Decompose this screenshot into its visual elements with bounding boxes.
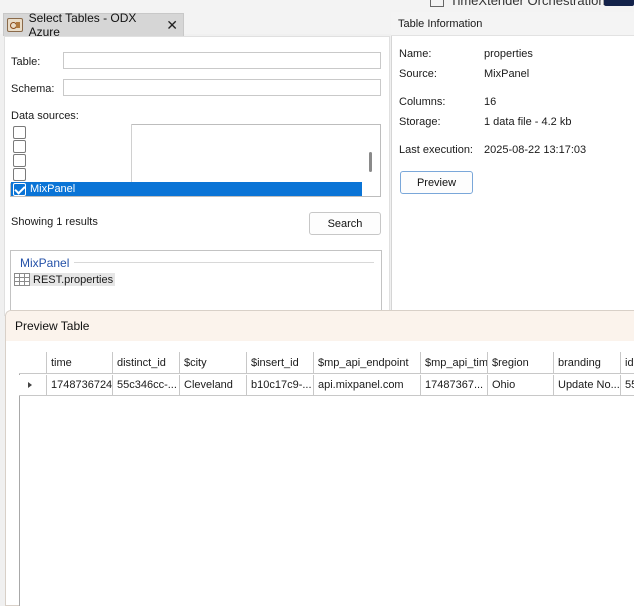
column-header[interactable]: $insert_id [247, 352, 314, 374]
datasource-checkbox[interactable] [13, 126, 26, 139]
datasource-label: MixPanel [30, 183, 76, 195]
close-icon[interactable]: ✕ [166, 17, 178, 34]
preview-dialog-title: Preview Table [6, 311, 634, 341]
last-execution-value: 2025-08-22 13:17:03 [484, 144, 587, 156]
source-value: MixPanel [484, 68, 530, 80]
tab-app-icon [7, 18, 23, 32]
grid-cell[interactable]: 1748736724 [47, 375, 113, 396]
tab-title: Select Tables - ODX Azure [28, 11, 137, 39]
results-count: Showing 1 results [11, 216, 98, 228]
grid-cell[interactable]: Ohio [488, 375, 554, 396]
column-header[interactable]: $region [488, 352, 554, 374]
app-title-text: TimeXtender Orchestration [450, 0, 606, 8]
column-header[interactable]: id [621, 352, 634, 374]
datasource-checkbox-checked[interactable] [13, 182, 26, 196]
current-row-icon [28, 382, 32, 388]
grid-cell[interactable]: b10c17c9-... [247, 375, 314, 396]
grid-cell[interactable]: 55c346cc-... [113, 375, 180, 396]
group-divider [74, 262, 374, 263]
grid-cell[interactable]: api.mixpanel.com [314, 375, 421, 396]
table-info-header: Table Information [391, 12, 634, 36]
storage-value: 1 data file - 4.2 kb [484, 116, 572, 128]
name-label: Name: [399, 48, 432, 60]
storage-label: Storage: [399, 116, 441, 128]
schema-label: Schema: [11, 83, 55, 95]
column-header[interactable]: distinct_id [113, 352, 180, 374]
column-header[interactable]: $mp_api_endpoint [314, 352, 421, 374]
column-header[interactable]: $mp_api_tim [421, 352, 488, 374]
grid-cell[interactable]: 55 [621, 375, 634, 396]
datasource-checkbox[interactable] [13, 168, 26, 181]
grid-cell[interactable]: Cleveland [180, 375, 247, 396]
brand-logo [604, 0, 634, 6]
table-label: Table: [11, 56, 41, 68]
columns-value: 16 [484, 96, 497, 108]
columns-label: Columns: [399, 96, 446, 108]
result-group-label: MixPanel [20, 256, 70, 270]
grid-edge [19, 396, 20, 606]
preview-button[interactable]: Preview [400, 171, 473, 194]
source-label: Source: [399, 68, 437, 80]
datasources-popup [10, 124, 132, 184]
table-input[interactable] [63, 52, 381, 69]
tab-select-tables[interactable]: Select Tables - ODX Azure ✕ [3, 11, 184, 39]
result-item-label: REST.properties [33, 273, 114, 286]
column-header[interactable]: $city [180, 352, 247, 374]
datasources-scrollbar[interactable] [369, 152, 372, 172]
grid-corner [19, 352, 47, 374]
column-header[interactable]: branding [554, 352, 621, 374]
window-icon [430, 0, 444, 7]
schema-input[interactable] [63, 79, 381, 96]
search-button[interactable]: Search [309, 212, 381, 235]
column-header[interactable]: time [47, 352, 113, 374]
datasources-label: Data sources: [11, 110, 79, 122]
grid-cell[interactable]: Update No... [554, 375, 621, 396]
datasource-checkbox[interactable] [13, 140, 26, 153]
datasource-item-mixpanel[interactable]: MixPanel [11, 182, 362, 196]
row-selector[interactable] [19, 375, 47, 396]
last-execution-label: Last execution: [399, 144, 473, 156]
datasource-checkbox[interactable] [13, 154, 26, 167]
grid-cell[interactable]: 17487367... [421, 375, 488, 396]
app-title: TimeXtender Orchestration [430, 0, 606, 8]
result-item-table[interactable]: REST.properties [14, 273, 116, 286]
name-value: properties [484, 48, 533, 60]
table-icon [14, 273, 30, 286]
